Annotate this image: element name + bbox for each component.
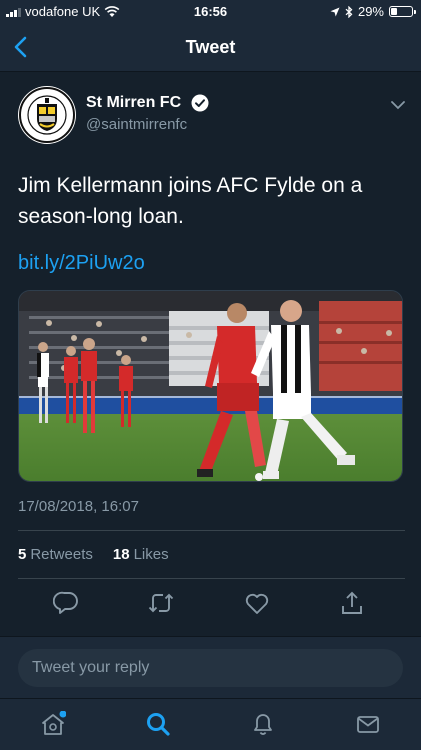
navigation-bar: Tweet [0,22,421,72]
author-handle[interactable]: @saintmirrenfc [86,116,187,133]
bluetooth-icon [345,5,353,18]
page-title: Tweet [185,37,236,57]
tweet-photo[interactable] [18,290,403,482]
tweet-actions [0,590,421,620]
battery-icon [389,6,416,17]
battery-fill [391,8,397,15]
tweet-stats: 5 Retweets 18 Likes [18,546,169,563]
likes-label[interactable]: Likes [134,546,169,563]
notifications-icon[interactable] [250,711,276,737]
divider [18,578,405,579]
search-icon[interactable] [145,711,171,737]
home-icon[interactable] [40,711,66,737]
tweet-timestamp: 17/08/2018, 16:07 [18,498,139,515]
messages-icon[interactable] [355,711,381,737]
club-crest-icon [19,87,75,143]
football-match-photo [19,291,402,481]
author-name[interactable]: St Mirren FC [86,94,181,112]
like-icon[interactable] [244,590,270,616]
tweet-link[interactable]: bit.ly/2PiUw2o [18,252,145,275]
status-bar: vodafone UK 16:56 29% [0,0,421,22]
location-arrow-icon [330,7,340,16]
retweets-label[interactable]: Retweets [30,546,93,563]
reply-input[interactable]: Tweet your reply [18,649,403,687]
retweets-count[interactable]: 5 [18,546,26,563]
chevron-down-icon[interactable] [391,100,405,110]
likes-count[interactable]: 18 [113,546,130,563]
reply-icon[interactable] [53,590,79,616]
share-icon[interactable] [339,590,365,616]
retweet-icon[interactable] [148,590,174,616]
status-right: 29% [330,4,416,19]
battery-percent: 29% [357,4,384,19]
tab-bar [0,698,421,750]
tweet-text: Jim Kellermann joins AFC Fylde on a seas… [18,174,363,228]
avatar[interactable] [18,86,76,144]
reply-area: Tweet your reply [0,636,421,698]
verified-badge-icon [191,94,209,112]
divider [18,530,405,531]
